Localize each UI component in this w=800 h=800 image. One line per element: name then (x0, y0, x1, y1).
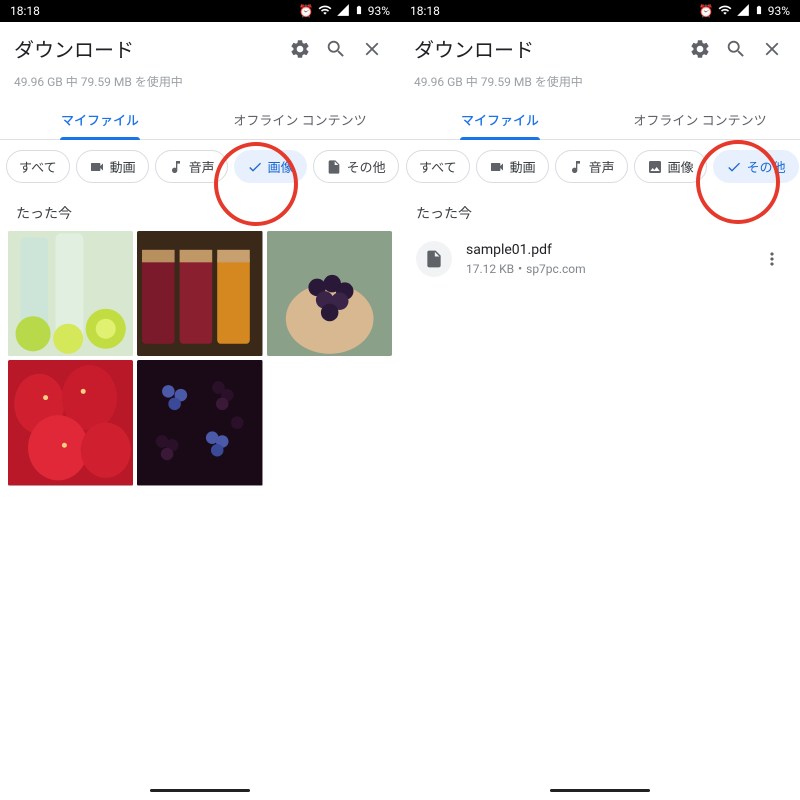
search-button[interactable] (722, 35, 750, 63)
file-meta: 17.12 KB・sp7pc.com (466, 260, 746, 277)
chip-all[interactable]: すべて (6, 150, 70, 183)
status-bar: 18:18 ⏰ 93% (0, 0, 400, 22)
chip-video[interactable]: 動画 (76, 150, 149, 183)
page-title: ダウンロード (14, 34, 278, 63)
gear-icon (289, 38, 311, 60)
file-icon (326, 159, 342, 175)
app-header: ダウンロード (400, 22, 800, 69)
thumb-blackberries[interactable] (137, 360, 262, 485)
thumb-jam-jars[interactable] (137, 231, 262, 356)
section-recent: たった今 (400, 193, 800, 231)
chip-video[interactable]: 動画 (476, 150, 549, 183)
tab-offline[interactable]: オフライン コンテンツ (600, 100, 800, 139)
filter-chips: すべて 動画 音声 画像 その他 (0, 140, 400, 193)
wifi-icon (718, 3, 732, 20)
check-icon (726, 159, 742, 175)
video-icon (89, 159, 105, 175)
battery-pct: 93% (768, 4, 790, 18)
search-icon (325, 38, 347, 60)
check-icon (247, 159, 263, 175)
settings-button[interactable] (286, 35, 314, 63)
tab-bar: マイファイル オフライン コンテンツ (400, 100, 800, 140)
file-row[interactable]: sample01.pdf 17.12 KB・sp7pc.com (400, 231, 800, 287)
page-title: ダウンロード (414, 34, 678, 63)
chip-audio[interactable]: 音声 (155, 150, 228, 183)
tab-my-files[interactable]: マイファイル (400, 100, 600, 139)
battery-icon (354, 3, 364, 20)
image-grid (0, 231, 400, 486)
gesture-bar (0, 780, 400, 800)
chip-all[interactable]: すべて (406, 150, 470, 183)
status-right: ⏰ 93% (699, 3, 790, 20)
settings-button[interactable] (686, 35, 714, 63)
tab-bar: マイファイル オフライン コンテンツ (0, 100, 400, 140)
close-button[interactable] (358, 35, 386, 63)
search-icon (725, 38, 747, 60)
image-icon (647, 159, 663, 175)
status-time: 18:18 (10, 4, 40, 18)
signal-icon (336, 3, 350, 20)
search-button[interactable] (322, 35, 350, 63)
signal-icon (736, 3, 750, 20)
chip-image[interactable]: 画像 (234, 150, 307, 183)
audio-icon (568, 159, 584, 175)
gear-icon (689, 38, 711, 60)
file-more-button[interactable] (760, 247, 784, 271)
status-bar: 18:18 ⏰ 93% (400, 0, 800, 22)
alarm-icon: ⏰ (699, 4, 714, 18)
status-right: ⏰ 93% (299, 3, 390, 20)
audio-icon (168, 159, 184, 175)
battery-icon (754, 3, 764, 20)
pane-right: 18:18 ⏰ 93% ダウンロード 49.96 GB 中 79.59 MB を… (400, 0, 800, 800)
section-recent: たった今 (0, 193, 400, 231)
file-name: sample01.pdf (466, 242, 746, 258)
pane-left: 18:18 ⏰ 93% ダウンロード (0, 0, 400, 800)
close-button[interactable] (758, 35, 786, 63)
tab-my-files[interactable]: マイファイル (0, 100, 200, 139)
more-vert-icon (762, 249, 782, 269)
wifi-icon (318, 3, 332, 20)
filter-chips: すべて 動画 音声 画像 その他 (400, 140, 800, 193)
thumb-grapes-hands[interactable] (267, 231, 392, 356)
chip-image[interactable]: 画像 (634, 150, 707, 183)
battery-pct: 93% (368, 4, 390, 18)
app-header: ダウンロード (0, 22, 400, 69)
file-info: sample01.pdf 17.12 KB・sp7pc.com (466, 242, 746, 277)
tab-offline[interactable]: オフライン コンテンツ (200, 100, 400, 139)
video-icon (489, 159, 505, 175)
chip-other[interactable]: その他 (713, 150, 799, 183)
file-type-icon (416, 241, 452, 277)
thumb-drinks-lime[interactable] (8, 231, 133, 356)
document-icon (424, 249, 444, 269)
storage-info: 49.96 GB 中 79.59 MB を使用中 (400, 69, 800, 100)
chip-audio[interactable]: 音声 (555, 150, 628, 183)
alarm-icon: ⏰ (299, 4, 314, 18)
storage-info: 49.96 GB 中 79.59 MB を使用中 (0, 69, 400, 100)
thumb-strawberries[interactable] (8, 360, 133, 485)
gesture-bar (400, 780, 800, 800)
close-icon (761, 38, 783, 60)
chip-other[interactable]: その他 (313, 150, 399, 183)
status-time: 18:18 (410, 4, 440, 18)
close-icon (361, 38, 383, 60)
